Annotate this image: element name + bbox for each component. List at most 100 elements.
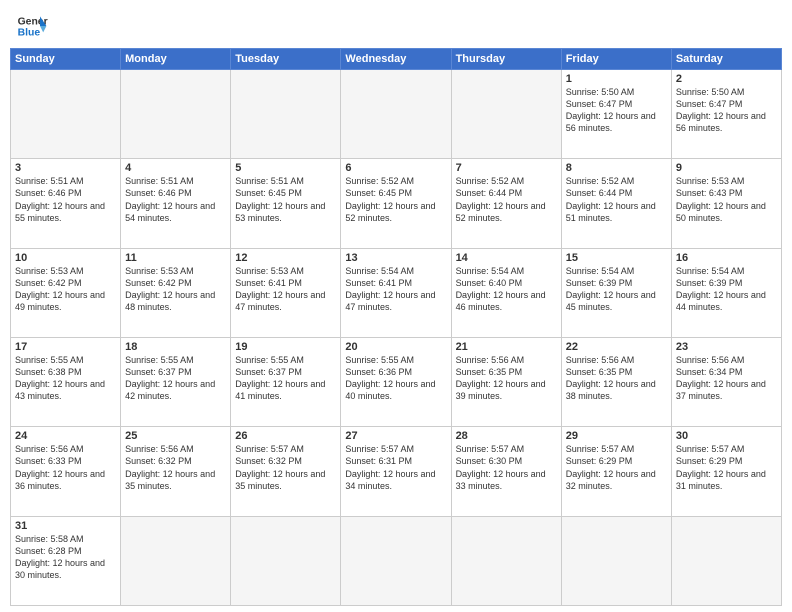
day-number: 15 — [566, 252, 667, 264]
day-info: Sunrise: 5:51 AM Sunset: 6:46 PM Dayligh… — [15, 175, 116, 224]
day-number: 4 — [125, 162, 226, 174]
day-info: Sunrise: 5:52 AM Sunset: 6:45 PM Dayligh… — [345, 175, 446, 224]
day-cell: 6Sunrise: 5:52 AM Sunset: 6:45 PM Daylig… — [341, 159, 451, 248]
day-info: Sunrise: 5:53 AM Sunset: 6:41 PM Dayligh… — [235, 265, 336, 314]
day-cell — [671, 516, 781, 605]
day-number: 21 — [456, 341, 557, 353]
col-header-saturday: Saturday — [671, 49, 781, 70]
week-row-1: 3Sunrise: 5:51 AM Sunset: 6:46 PM Daylig… — [11, 159, 782, 248]
week-row-2: 10Sunrise: 5:53 AM Sunset: 6:42 PM Dayli… — [11, 248, 782, 337]
day-info: Sunrise: 5:57 AM Sunset: 6:30 PM Dayligh… — [456, 443, 557, 492]
day-cell: 12Sunrise: 5:53 AM Sunset: 6:41 PM Dayli… — [231, 248, 341, 337]
calendar-table: SundayMondayTuesdayWednesdayThursdayFrid… — [10, 48, 782, 606]
day-number: 5 — [235, 162, 336, 174]
day-cell — [451, 70, 561, 159]
day-cell: 1Sunrise: 5:50 AM Sunset: 6:47 PM Daylig… — [561, 70, 671, 159]
day-number: 6 — [345, 162, 446, 174]
day-info: Sunrise: 5:54 AM Sunset: 6:39 PM Dayligh… — [566, 265, 667, 314]
day-cell: 29Sunrise: 5:57 AM Sunset: 6:29 PM Dayli… — [561, 427, 671, 516]
day-cell: 5Sunrise: 5:51 AM Sunset: 6:45 PM Daylig… — [231, 159, 341, 248]
svg-text:Blue: Blue — [18, 28, 41, 39]
day-info: Sunrise: 5:56 AM Sunset: 6:33 PM Dayligh… — [15, 443, 116, 492]
day-number: 11 — [125, 252, 226, 264]
day-cell: 31Sunrise: 5:58 AM Sunset: 6:28 PM Dayli… — [11, 516, 121, 605]
calendar-wrapper: SundayMondayTuesdayWednesdayThursdayFrid… — [0, 48, 792, 612]
day-cell: 25Sunrise: 5:56 AM Sunset: 6:32 PM Dayli… — [121, 427, 231, 516]
header: General Blue — [0, 0, 792, 48]
logo-icon: General Blue — [16, 10, 48, 42]
day-info: Sunrise: 5:55 AM Sunset: 6:37 PM Dayligh… — [235, 354, 336, 403]
day-cell: 28Sunrise: 5:57 AM Sunset: 6:30 PM Dayli… — [451, 427, 561, 516]
day-cell: 20Sunrise: 5:55 AM Sunset: 6:36 PM Dayli… — [341, 337, 451, 426]
col-header-monday: Monday — [121, 49, 231, 70]
day-info: Sunrise: 5:55 AM Sunset: 6:36 PM Dayligh… — [345, 354, 446, 403]
day-number: 31 — [15, 520, 116, 532]
day-info: Sunrise: 5:56 AM Sunset: 6:35 PM Dayligh… — [566, 354, 667, 403]
week-row-4: 24Sunrise: 5:56 AM Sunset: 6:33 PM Dayli… — [11, 427, 782, 516]
day-cell: 15Sunrise: 5:54 AM Sunset: 6:39 PM Dayli… — [561, 248, 671, 337]
week-row-3: 17Sunrise: 5:55 AM Sunset: 6:38 PM Dayli… — [11, 337, 782, 426]
day-info: Sunrise: 5:53 AM Sunset: 6:42 PM Dayligh… — [15, 265, 116, 314]
day-info: Sunrise: 5:50 AM Sunset: 6:47 PM Dayligh… — [676, 86, 777, 135]
day-cell — [11, 70, 121, 159]
day-info: Sunrise: 5:55 AM Sunset: 6:38 PM Dayligh… — [15, 354, 116, 403]
day-number: 25 — [125, 430, 226, 442]
day-number: 22 — [566, 341, 667, 353]
day-info: Sunrise: 5:51 AM Sunset: 6:45 PM Dayligh… — [235, 175, 336, 224]
day-number: 20 — [345, 341, 446, 353]
day-cell: 2Sunrise: 5:50 AM Sunset: 6:47 PM Daylig… — [671, 70, 781, 159]
day-number: 7 — [456, 162, 557, 174]
day-info: Sunrise: 5:57 AM Sunset: 6:29 PM Dayligh… — [566, 443, 667, 492]
day-info: Sunrise: 5:56 AM Sunset: 6:34 PM Dayligh… — [676, 354, 777, 403]
day-cell: 7Sunrise: 5:52 AM Sunset: 6:44 PM Daylig… — [451, 159, 561, 248]
day-number: 1 — [566, 73, 667, 85]
day-number: 26 — [235, 430, 336, 442]
day-number: 18 — [125, 341, 226, 353]
day-cell: 9Sunrise: 5:53 AM Sunset: 6:43 PM Daylig… — [671, 159, 781, 248]
day-number: 24 — [15, 430, 116, 442]
day-number: 9 — [676, 162, 777, 174]
col-header-thursday: Thursday — [451, 49, 561, 70]
day-info: Sunrise: 5:53 AM Sunset: 6:43 PM Dayligh… — [676, 175, 777, 224]
day-info: Sunrise: 5:56 AM Sunset: 6:35 PM Dayligh… — [456, 354, 557, 403]
day-cell — [231, 70, 341, 159]
day-cell — [121, 70, 231, 159]
day-number: 13 — [345, 252, 446, 264]
day-number: 27 — [345, 430, 446, 442]
day-cell: 4Sunrise: 5:51 AM Sunset: 6:46 PM Daylig… — [121, 159, 231, 248]
col-header-wednesday: Wednesday — [341, 49, 451, 70]
day-info: Sunrise: 5:50 AM Sunset: 6:47 PM Dayligh… — [566, 86, 667, 135]
page: General Blue SundayMondayTuesdayWednesda… — [0, 0, 792, 612]
header-row: SundayMondayTuesdayWednesdayThursdayFrid… — [11, 49, 782, 70]
day-cell: 22Sunrise: 5:56 AM Sunset: 6:35 PM Dayli… — [561, 337, 671, 426]
day-info: Sunrise: 5:57 AM Sunset: 6:31 PM Dayligh… — [345, 443, 446, 492]
day-number: 14 — [456, 252, 557, 264]
day-info: Sunrise: 5:56 AM Sunset: 6:32 PM Dayligh… — [125, 443, 226, 492]
day-number: 19 — [235, 341, 336, 353]
day-cell — [341, 70, 451, 159]
day-info: Sunrise: 5:52 AM Sunset: 6:44 PM Dayligh… — [456, 175, 557, 224]
day-cell: 19Sunrise: 5:55 AM Sunset: 6:37 PM Dayli… — [231, 337, 341, 426]
day-cell: 21Sunrise: 5:56 AM Sunset: 6:35 PM Dayli… — [451, 337, 561, 426]
day-info: Sunrise: 5:54 AM Sunset: 6:41 PM Dayligh… — [345, 265, 446, 314]
day-info: Sunrise: 5:57 AM Sunset: 6:29 PM Dayligh… — [676, 443, 777, 492]
day-info: Sunrise: 5:51 AM Sunset: 6:46 PM Dayligh… — [125, 175, 226, 224]
week-row-5: 31Sunrise: 5:58 AM Sunset: 6:28 PM Dayli… — [11, 516, 782, 605]
day-cell — [231, 516, 341, 605]
day-number: 17 — [15, 341, 116, 353]
day-cell: 3Sunrise: 5:51 AM Sunset: 6:46 PM Daylig… — [11, 159, 121, 248]
day-info: Sunrise: 5:52 AM Sunset: 6:44 PM Dayligh… — [566, 175, 667, 224]
day-info: Sunrise: 5:54 AM Sunset: 6:40 PM Dayligh… — [456, 265, 557, 314]
day-number: 29 — [566, 430, 667, 442]
day-info: Sunrise: 5:53 AM Sunset: 6:42 PM Dayligh… — [125, 265, 226, 314]
day-number: 16 — [676, 252, 777, 264]
day-number: 2 — [676, 73, 777, 85]
day-cell: 18Sunrise: 5:55 AM Sunset: 6:37 PM Dayli… — [121, 337, 231, 426]
col-header-friday: Friday — [561, 49, 671, 70]
day-cell — [451, 516, 561, 605]
day-cell: 16Sunrise: 5:54 AM Sunset: 6:39 PM Dayli… — [671, 248, 781, 337]
day-number: 28 — [456, 430, 557, 442]
day-cell: 17Sunrise: 5:55 AM Sunset: 6:38 PM Dayli… — [11, 337, 121, 426]
day-number: 3 — [15, 162, 116, 174]
day-cell: 13Sunrise: 5:54 AM Sunset: 6:41 PM Dayli… — [341, 248, 451, 337]
